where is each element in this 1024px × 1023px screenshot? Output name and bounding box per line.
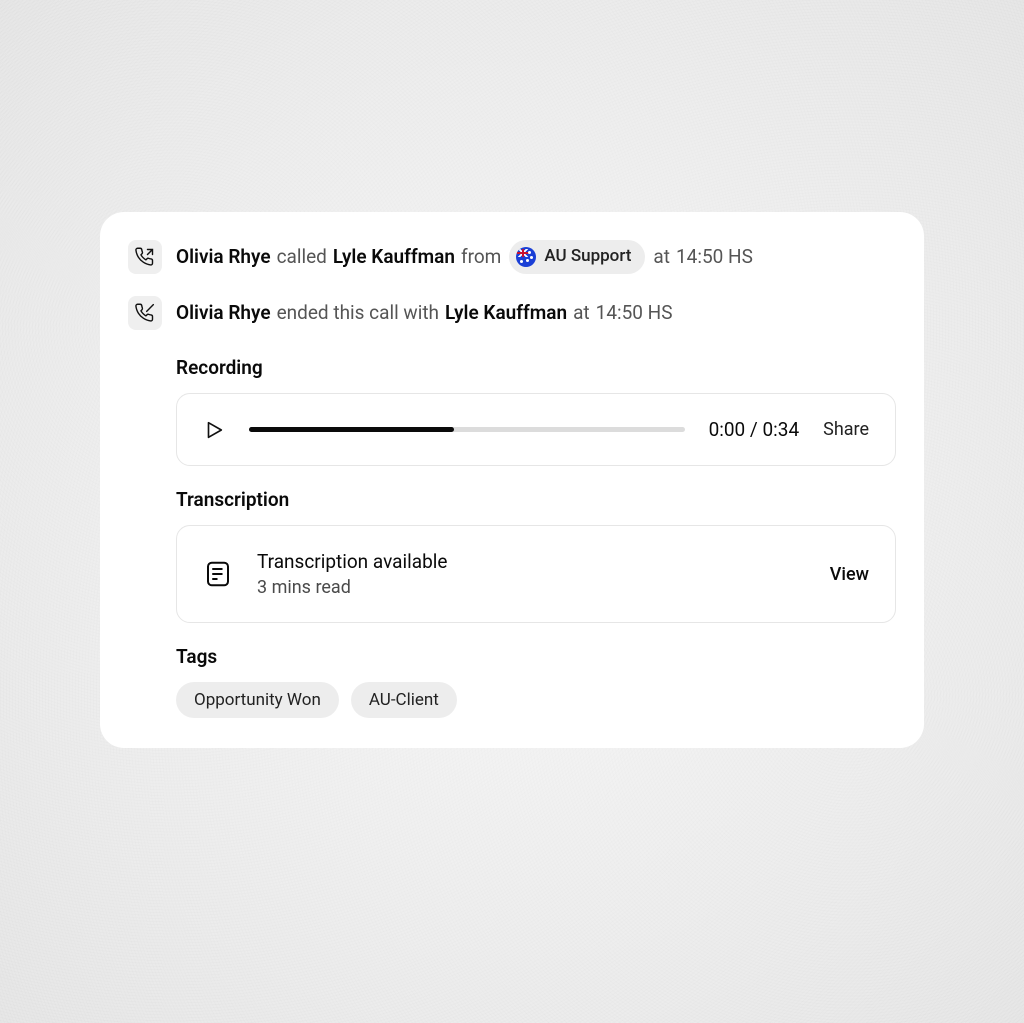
ended-callee: Lyle Kauffman — [445, 300, 567, 327]
audio-progress-track[interactable] — [249, 427, 685, 432]
recording-section: Recording 0:00 / 0:34 Share — [176, 356, 896, 466]
call-activity-card: Olivia Rhye called Lyle Kauffman from AU… — [100, 212, 924, 748]
call-source-pill[interactable]: AU Support — [509, 240, 645, 274]
ended-verb: ended this call with — [277, 300, 439, 327]
callee-name: Lyle Kauffman — [333, 244, 455, 271]
audio-time: 0:00 / 0:34 — [709, 418, 800, 441]
time-separator: / — [750, 418, 758, 441]
current-time: 0:00 — [709, 418, 746, 441]
at-word: at — [653, 244, 670, 271]
share-button[interactable]: Share — [823, 419, 869, 440]
from-word: from — [461, 244, 501, 271]
view-button[interactable]: View — [830, 564, 869, 585]
transcription-status: Transcription available — [257, 550, 447, 573]
event-call-started-text: Olivia Rhye called Lyle Kauffman from AU… — [176, 240, 753, 274]
tag-item[interactable]: AU-Client — [351, 682, 457, 718]
audio-progress-fill — [249, 427, 454, 432]
called-verb: called — [277, 244, 327, 271]
call-start-time: 14:50 HS — [676, 244, 753, 271]
transcription-read-time: 3 mins read — [257, 577, 447, 598]
outgoing-call-icon — [128, 240, 162, 274]
tags-title: Tags — [176, 645, 896, 668]
ended-at-word: at — [573, 300, 590, 327]
recording-title: Recording — [176, 356, 896, 379]
transcription-panel: Transcription available 3 mins read View — [176, 525, 896, 623]
transcription-text: Transcription available 3 mins read — [257, 550, 447, 598]
call-source-label: AU Support — [544, 245, 631, 269]
duration: 0:34 — [762, 418, 799, 441]
event-call-ended-text: Olivia Rhye ended this call with Lyle Ka… — [176, 300, 673, 327]
transcription-section: Transcription Transcription available 3 … — [176, 488, 896, 623]
transcription-title: Transcription — [176, 488, 896, 511]
call-end-time: 14:50 HS — [596, 300, 673, 327]
caller-name: Olivia Rhye — [176, 244, 271, 271]
tag-item[interactable]: Opportunity Won — [176, 682, 339, 718]
document-icon — [203, 559, 233, 589]
ended-actor: Olivia Rhye — [176, 300, 271, 327]
event-call-ended: Olivia Rhye ended this call with Lyle Ka… — [128, 296, 896, 330]
au-flag-icon — [516, 247, 536, 267]
tags-section: Tags Opportunity Won AU-Client — [176, 645, 896, 718]
transcription-info: Transcription available 3 mins read — [203, 550, 806, 598]
play-button[interactable] — [203, 419, 225, 441]
end-call-icon — [128, 296, 162, 330]
recording-panel: 0:00 / 0:34 Share — [176, 393, 896, 466]
event-call-started: Olivia Rhye called Lyle Kauffman from AU… — [128, 240, 896, 274]
tags-list: Opportunity Won AU-Client — [176, 682, 896, 718]
